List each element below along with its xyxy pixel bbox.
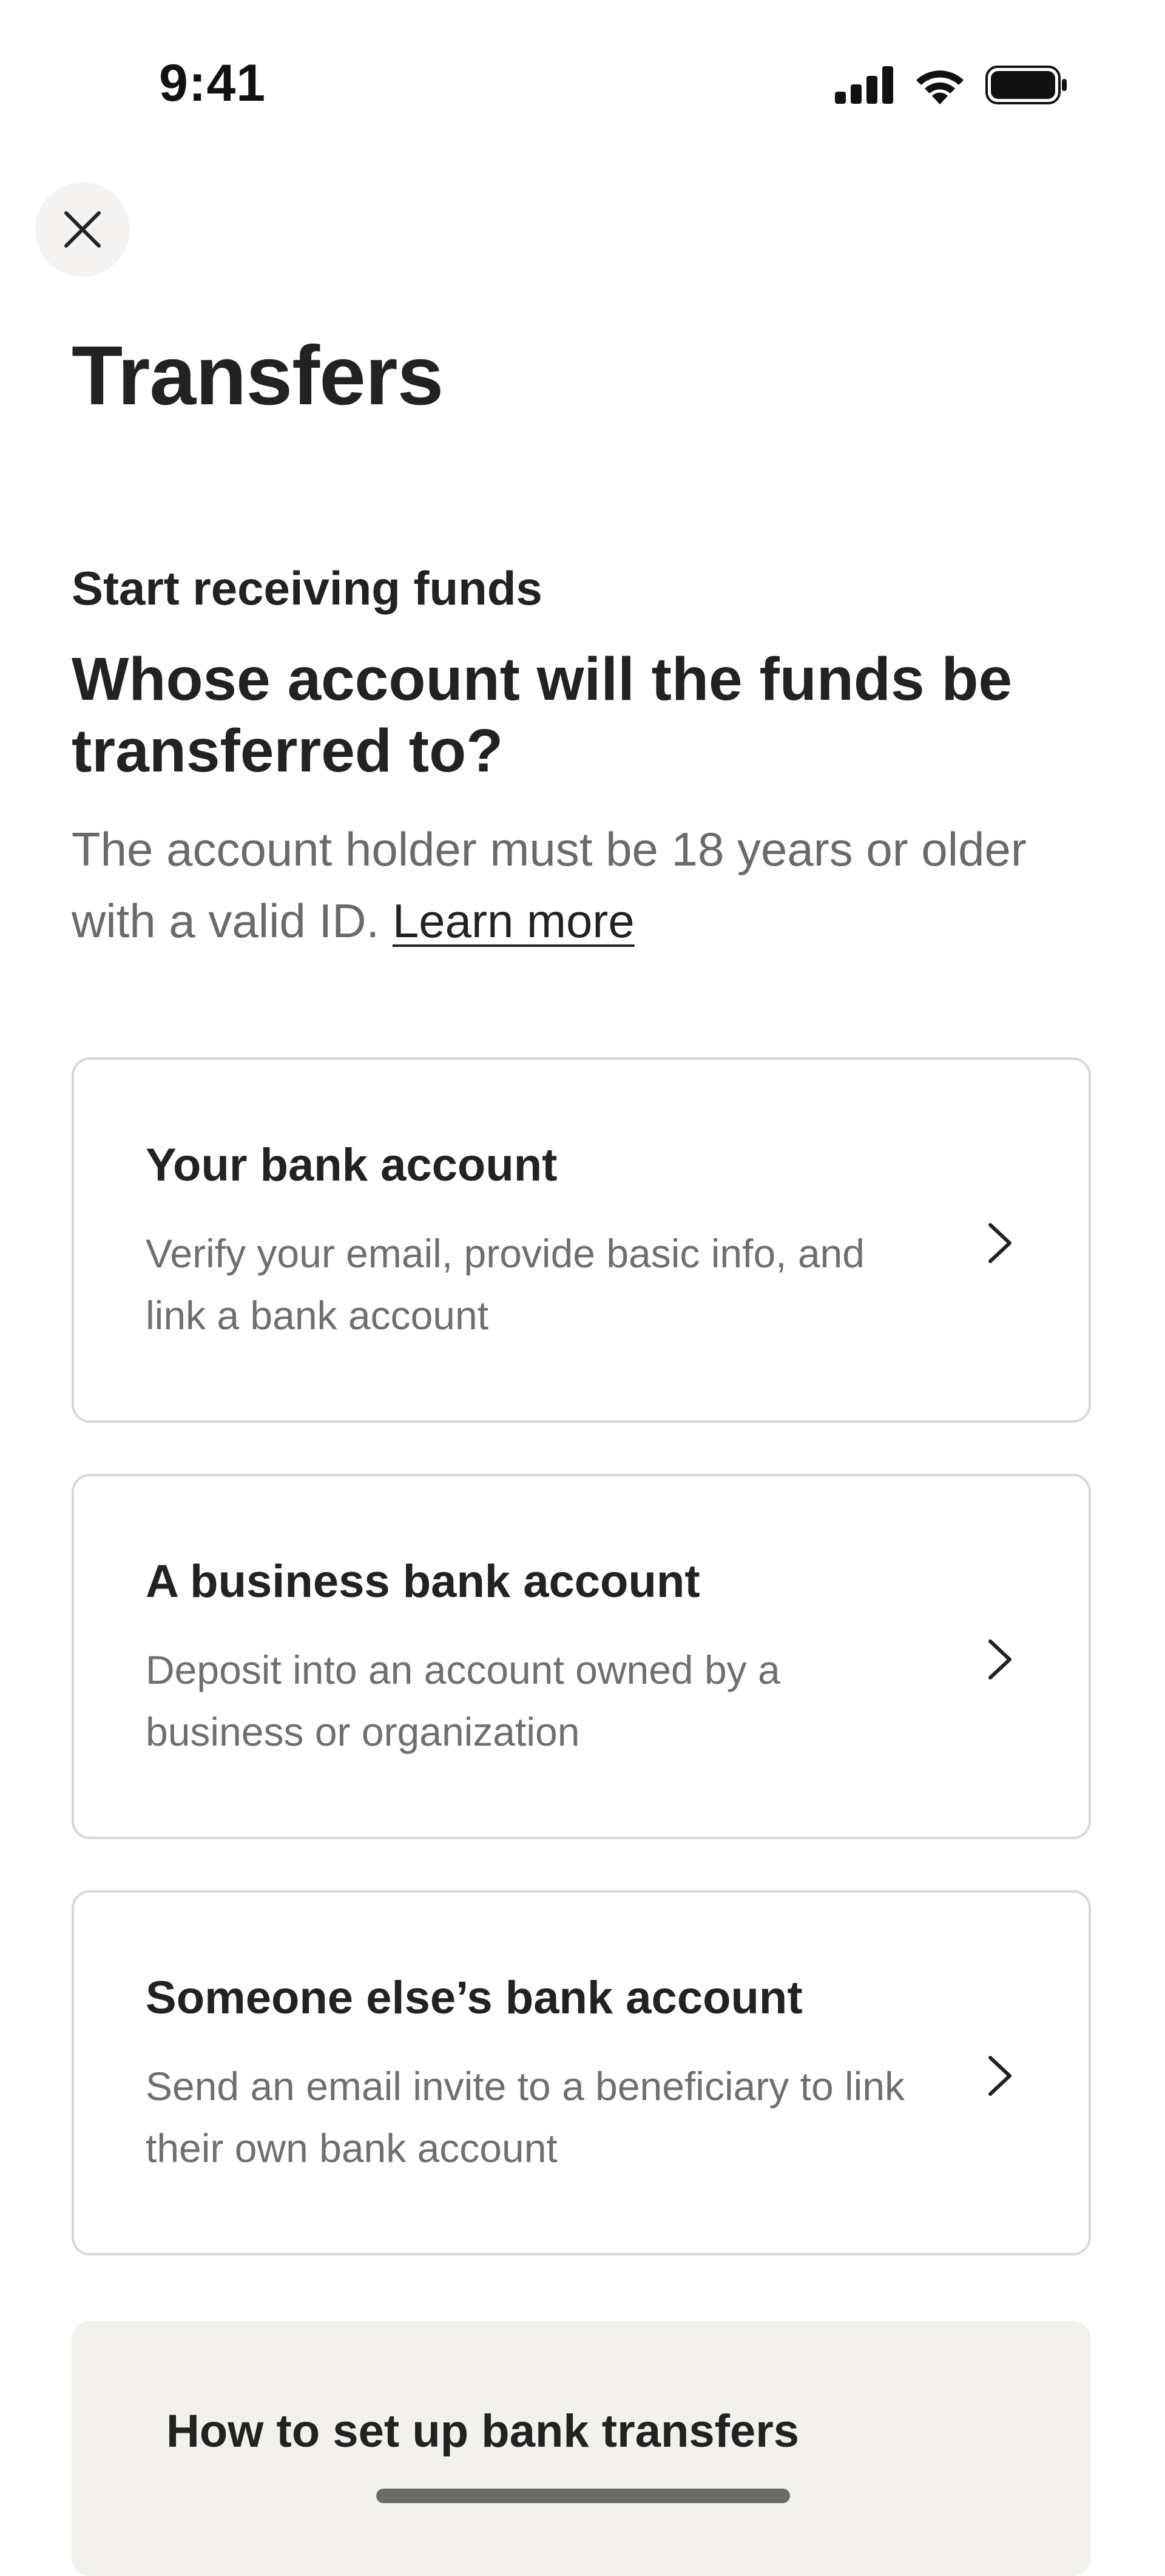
option-title: A business bank account bbox=[146, 1556, 700, 1607]
option-title: Your bank account bbox=[146, 1139, 558, 1191]
option-description: Verify your email, provide basic info, a… bbox=[146, 1231, 865, 1338]
chevron-right-icon bbox=[988, 1639, 1011, 1679]
close-icon bbox=[64, 211, 101, 248]
close-button[interactable] bbox=[35, 182, 130, 277]
option-description: Send an email invite to a beneficiary to… bbox=[146, 2064, 905, 2171]
description: The account holder must be 18 years or o… bbox=[72, 813, 1115, 957]
option-someone-elses-bank-account[interactable]: Someone else’s bank account Send an emai… bbox=[72, 1890, 1091, 2256]
learn-more-link[interactable]: Learn more bbox=[393, 894, 635, 947]
question-heading: Whose account will the funds be transfer… bbox=[72, 645, 1013, 785]
status-icons bbox=[835, 66, 1068, 104]
option-description: Deposit into an account owned by a busin… bbox=[146, 1647, 780, 1754]
cellular-signal-icon bbox=[835, 66, 893, 104]
page-title: Transfers bbox=[72, 329, 444, 422]
battery-icon bbox=[985, 66, 1067, 104]
chevron-right-icon bbox=[988, 1223, 1011, 1263]
wifi-icon bbox=[916, 70, 964, 104]
home-indicator[interactable] bbox=[376, 2489, 790, 2503]
help-card[interactable]: How to set up bank transfers bbox=[72, 2321, 1091, 2576]
status-time: 9:41 bbox=[159, 54, 266, 112]
chevron-right-icon bbox=[988, 2056, 1011, 2096]
help-card-title: How to set up bank transfers bbox=[166, 2405, 800, 2457]
option-business-bank-account[interactable]: A business bank account Deposit into an … bbox=[72, 1474, 1091, 1839]
option-title: Someone else’s bank account bbox=[146, 1972, 803, 2024]
status-bar: 9:41 bbox=[0, 0, 1165, 134]
option-your-bank-account[interactable]: Your bank account Verify your email, pro… bbox=[72, 1057, 1091, 1423]
section-label: Start receiving funds bbox=[72, 561, 542, 615]
